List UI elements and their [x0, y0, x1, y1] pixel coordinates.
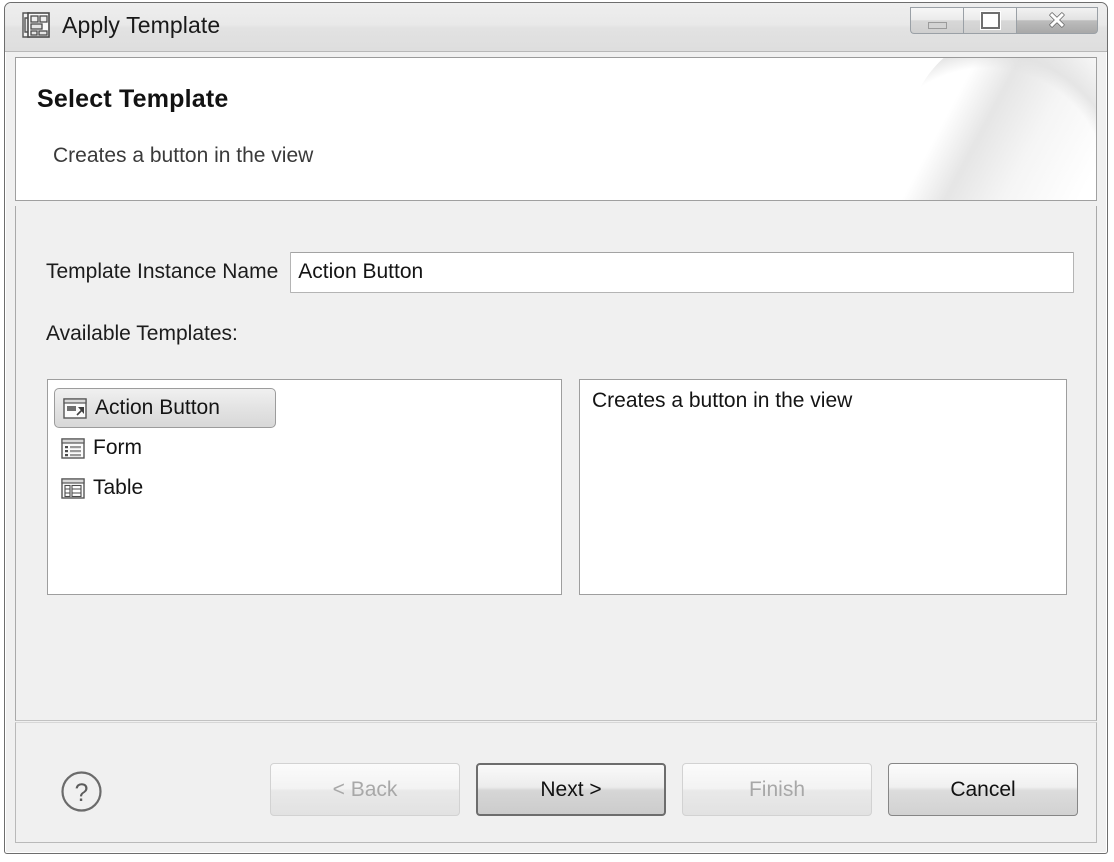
template-instance-name-label: Template Instance Name: [46, 260, 279, 283]
minimize-icon: [927, 21, 947, 29]
list-item[interactable]: Action Button: [54, 388, 276, 428]
svg-text:?: ?: [75, 779, 89, 807]
close-button[interactable]: ✕: [1016, 7, 1098, 34]
table-icon: [61, 477, 85, 499]
title-bar-left: Apply Template: [21, 10, 220, 40]
apply-template-dialog: Apply Template ✕ Select Template Creates…: [4, 2, 1108, 854]
available-templates-label: Available Templates:: [46, 322, 238, 345]
close-icon: ✕: [1047, 7, 1067, 33]
template-instance-name-input[interactable]: [290, 251, 1074, 293]
list-item[interactable]: Form: [52, 428, 557, 468]
finish-button[interactable]: Finish: [682, 763, 872, 816]
restore-button[interactable]: [963, 7, 1016, 34]
page-title: Select Template: [37, 85, 229, 113]
list-item-label: Form: [93, 436, 142, 459]
minimize-button[interactable]: [910, 7, 963, 34]
list-item-label: Table: [93, 476, 144, 499]
header-banner-arc: [906, 58, 1096, 200]
wizard-header: Select Template Creates a button in the …: [15, 57, 1097, 201]
title-bar: Apply Template ✕: [5, 3, 1107, 52]
help-icon[interactable]: ?: [60, 770, 103, 813]
available-templates-list[interactable]: Action Button Form Table: [47, 379, 562, 595]
wizard-buttons: < Back Next > Finish Cancel: [270, 763, 1078, 816]
cancel-button[interactable]: Cancel: [888, 763, 1078, 816]
window-title: Apply Template: [62, 11, 221, 38]
window-controls: ✕: [910, 7, 1098, 34]
wizard-body: Template Instance Name Available Templat…: [15, 206, 1097, 721]
next-button[interactable]: Next >: [476, 763, 666, 816]
action-button-icon: [63, 397, 87, 419]
list-item-label: Action Button: [95, 396, 220, 419]
back-button[interactable]: < Back: [270, 763, 460, 816]
button-bar: ? < Back Next > Finish Cancel: [15, 722, 1097, 843]
template-description-panel: Creates a button in the view: [579, 379, 1067, 595]
list-item[interactable]: Table: [52, 468, 557, 508]
restore-icon: [980, 12, 1000, 29]
template-grid-icon: [21, 10, 51, 40]
page-subtitle: Creates a button in the view: [53, 144, 314, 167]
form-icon: [61, 437, 85, 459]
template-instance-name-row: Template Instance Name: [46, 251, 1074, 293]
